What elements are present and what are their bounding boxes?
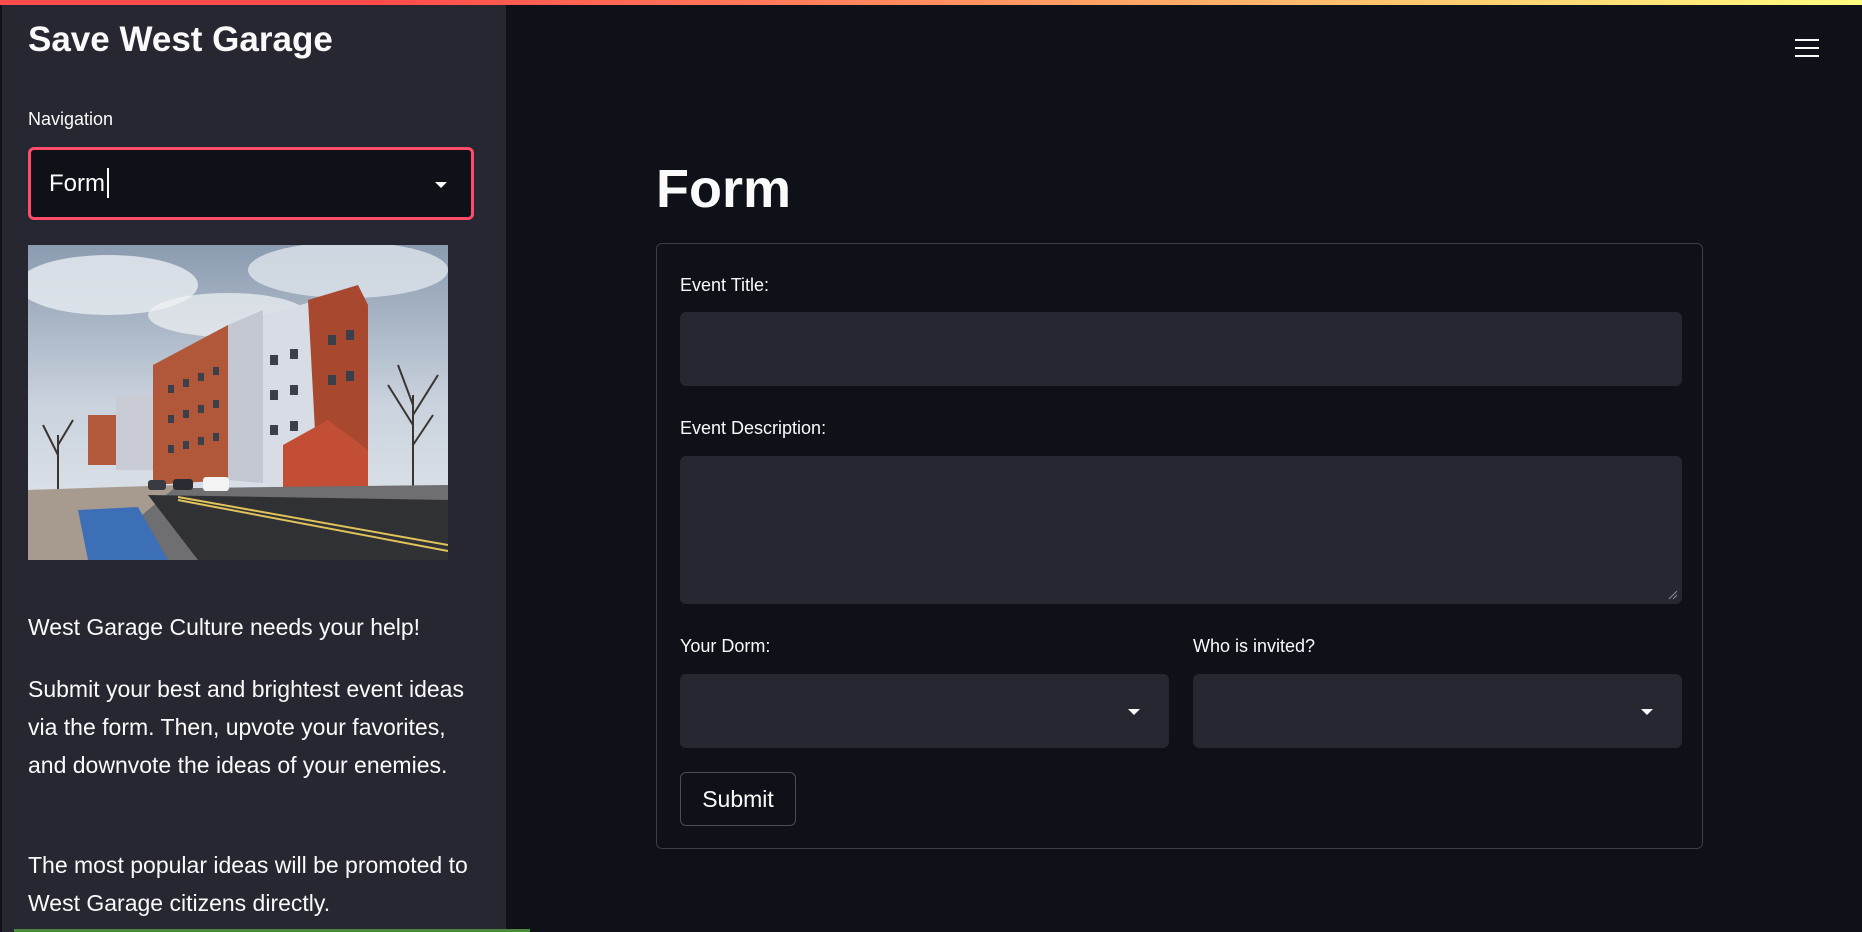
text-cursor (107, 167, 109, 198)
submit-button[interactable]: Submit (680, 772, 796, 826)
hamburger-menu-icon[interactable] (1795, 37, 1819, 59)
page-title: Form (656, 159, 791, 219)
top-decoration-bar (0, 0, 1862, 5)
event-description-textarea[interactable] (680, 456, 1682, 604)
sidebar-paragraph-1: West Garage Culture needs your help! (28, 614, 421, 640)
chevron-down-icon (1128, 709, 1140, 715)
who-is-invited-label: Who is invited? (1193, 636, 1316, 656)
your-dorm-select[interactable] (680, 674, 1169, 748)
sidebar-paragraph-3: The most popular ideas will be promoted … (28, 852, 468, 916)
chevron-down-icon (435, 182, 447, 188)
app-window: Save West Garage Navigation Form West Ga… (0, 0, 1862, 932)
navigation-label: Navigation (28, 109, 114, 129)
west-garage-photo (28, 245, 448, 560)
chevron-down-icon (1641, 709, 1653, 715)
navigation-select-value: Form (49, 167, 109, 198)
sidebar: Save West Garage Navigation Form West Ga… (0, 0, 506, 932)
navigation-select[interactable]: Form (28, 147, 474, 220)
resize-grip-icon[interactable] (1668, 590, 1678, 600)
event-title-label: Event Title: (680, 275, 770, 295)
who-is-invited-select[interactable] (1193, 674, 1682, 748)
event-description-label: Event Description: (680, 418, 827, 438)
your-dorm-label: Your Dorm: (680, 636, 771, 656)
sidebar-title: Save West Garage (28, 20, 333, 59)
sidebar-paragraph-2: Submit your best and brightest event ide… (28, 676, 464, 778)
event-title-input[interactable] (680, 312, 1682, 386)
event-form: Event Title: Event Description: Your Dor… (656, 243, 1703, 849)
